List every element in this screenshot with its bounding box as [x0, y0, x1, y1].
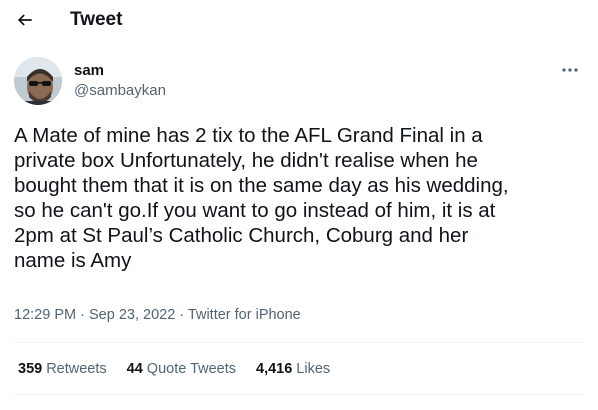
quote-tweets-stat[interactable]: 44 Quote Tweets — [127, 361, 236, 377]
tweet-text-line: private box Unfortunately, he didn't rea… — [14, 149, 478, 172]
tweet-text-line: so he can't go.If you want to go instead… — [14, 199, 496, 222]
likes-label: Likes — [296, 361, 331, 377]
tweet-stats: 359 Retweets 44 Quote Tweets 4,416 Likes — [18, 361, 350, 377]
tweet-text-line: A Mate of mine has 2 tix to the AFL Gran… — [14, 124, 483, 147]
likes-count: 4,416 — [256, 361, 293, 377]
tweet-date[interactable]: Sep 23, 2022 — [89, 307, 175, 323]
quote-tweets-label: Quote Tweets — [146, 361, 236, 377]
header: Tweet — [0, 0, 598, 40]
likes-stat[interactable]: 4,416 Likes — [256, 361, 330, 377]
tweet-text-line: name is Amy — [14, 249, 132, 272]
avatar-image — [14, 57, 62, 105]
page-title: Tweet — [70, 9, 123, 30]
meta-separator: · — [80, 307, 85, 323]
quote-tweets-count: 44 — [126, 361, 143, 377]
tweet-text-line: bought them that it is on the same day a… — [14, 174, 509, 197]
more-options-button[interactable] — [556, 60, 584, 80]
tweet-source[interactable]: Twitter for iPhone — [188, 307, 301, 323]
retweets-stat[interactable]: 359 Retweets — [18, 361, 107, 377]
avatar[interactable] — [14, 57, 62, 105]
more-options-icon — [562, 68, 578, 72]
divider — [14, 342, 584, 343]
tweet-meta: 12:29 PM · Sep 23, 2022 · Twitter for iP… — [14, 307, 301, 323]
retweets-count: 359 — [18, 361, 43, 377]
tweet-text: A Mate of mine has 2 tix to the AFL Gran… — [14, 123, 584, 273]
retweets-label: Retweets — [46, 361, 107, 377]
meta-separator: · — [179, 307, 185, 323]
back-button[interactable] — [8, 3, 42, 37]
tweet-time[interactable]: 12:29 PM — [14, 307, 76, 323]
author-name[interactable]: sam — [74, 62, 104, 79]
arrow-left-icon — [17, 14, 32, 26]
tweet-text-line: 2pm at St Paul’s Catholic Church, Coburg… — [14, 224, 469, 247]
author-handle[interactable]: @sambaykan — [74, 82, 166, 99]
divider — [14, 394, 584, 395]
